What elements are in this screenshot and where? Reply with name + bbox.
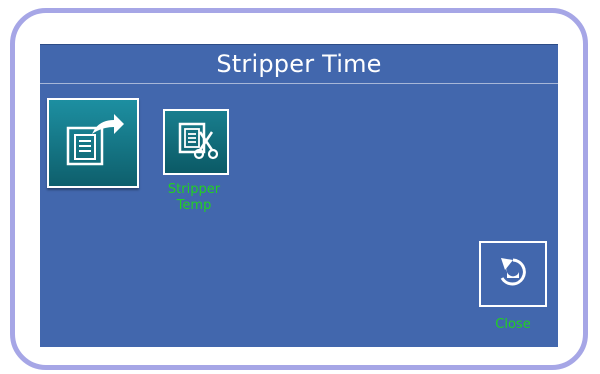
screen-panel: Stripper Time Stripper Temp Close (40, 44, 558, 347)
stripper-temp-label-line2: Temp (176, 198, 212, 213)
document-export-icon (58, 110, 128, 176)
close-button[interactable] (479, 241, 547, 307)
close-label: Close (495, 317, 531, 332)
document-scissors-icon (174, 118, 219, 166)
undo-icon (493, 252, 533, 296)
stripper-temp-button[interactable] (163, 109, 229, 175)
export-document-button[interactable] (47, 98, 139, 188)
stripper-temp-label-line1: Stripper (167, 182, 221, 197)
screen-title: Stripper Time (40, 45, 558, 84)
stripper-temp-label: Stripper Temp (155, 182, 233, 214)
